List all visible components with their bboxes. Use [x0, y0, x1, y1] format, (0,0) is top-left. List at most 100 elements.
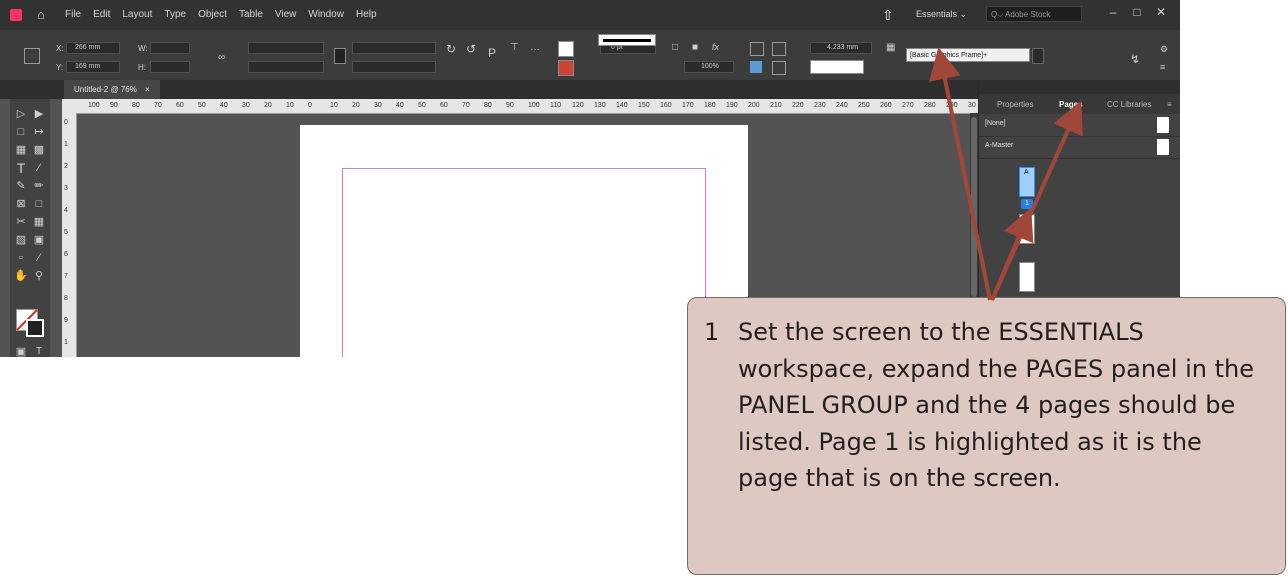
w-label: W: — [138, 44, 148, 53]
frame-fitting-icon[interactable]: □ — [672, 42, 678, 53]
ruler-tick-label: 40 — [396, 102, 404, 109]
page-tool-icon[interactable]: □ — [14, 125, 28, 139]
normal-mode-icon[interactable]: ▣ — [14, 345, 28, 357]
selection-tool-icon[interactable]: ▷ — [14, 107, 28, 121]
effects-icon[interactable]: fx — [712, 42, 719, 52]
close-button[interactable]: ✕ — [1152, 5, 1170, 19]
content-placer-icon[interactable]: ▩ — [32, 143, 46, 157]
pen-tool-icon[interactable]: ✎ — [14, 179, 28, 193]
minimize-button[interactable]: – — [1104, 5, 1122, 19]
x-field[interactable]: 266 mm — [66, 42, 120, 54]
rotate-icon[interactable]: ↻ — [446, 42, 456, 56]
menu-help[interactable]: Help — [356, 9, 377, 20]
settings-icon[interactable]: ⚙ — [1160, 44, 1168, 55]
tab-close-icon[interactable]: × — [145, 85, 150, 94]
pages-row-a-master[interactable]: A-Master — [979, 136, 1180, 159]
ruler-tick-label: 120 — [572, 102, 584, 109]
content-fit-icon[interactable]: ■ — [692, 42, 698, 53]
stroke-type-select[interactable] — [598, 34, 656, 46]
tab-cc-libraries[interactable]: CC Libraries — [1107, 100, 1151, 109]
direct-selection-tool-icon[interactable]: ▶ — [32, 107, 46, 121]
menu-layout[interactable]: Layout — [122, 9, 152, 20]
ruler-tick-label: 80 — [484, 102, 492, 109]
page-3-thumbnail[interactable] — [1019, 262, 1035, 292]
wrap-mode-2-icon[interactable] — [772, 61, 786, 75]
ruler-tick-label: 260 — [880, 102, 892, 109]
select-container-icon[interactable]: … — [530, 42, 540, 53]
corner-size-value: 4.233 mm — [827, 44, 859, 51]
menu-table[interactable]: Table — [239, 9, 263, 20]
menu-edit[interactable]: Edit — [93, 9, 110, 20]
align-icon[interactable] — [334, 48, 346, 64]
rotate-ccw-icon[interactable]: ↺ — [466, 42, 476, 56]
menu-object[interactable]: Object — [198, 9, 227, 20]
adobe-stock-search[interactable]: Q⌵ Adobe Stock — [986, 6, 1082, 22]
pages-row-none[interactable]: [None] — [979, 114, 1180, 137]
scissors-tool-icon[interactable]: ✂ — [14, 215, 28, 229]
tab-pages[interactable]: Pages — [1059, 100, 1083, 109]
gradient-swatch-tool-icon[interactable]: ▧ — [14, 233, 28, 247]
stroke-swatch-icon[interactable] — [26, 319, 44, 337]
wrap-mode-icon[interactable] — [750, 61, 762, 73]
maximize-button[interactable]: □ — [1128, 5, 1146, 19]
type-tool-icon[interactable]: T — [14, 161, 28, 175]
menu-type[interactable]: Type — [164, 9, 186, 20]
scale-x-field[interactable] — [248, 42, 324, 54]
reference-point-icon[interactable] — [24, 48, 40, 64]
rotation-field[interactable] — [352, 42, 436, 54]
page-2-thumbnail[interactable] — [1019, 214, 1035, 244]
document-tab[interactable]: Untitled-2 @ 76% × — [64, 80, 160, 99]
text-wrap-icon[interactable] — [750, 42, 764, 56]
menu-view[interactable]: View — [275, 9, 297, 20]
hand-tool-icon[interactable]: ✋ — [14, 269, 28, 283]
scale-y-field[interactable] — [248, 61, 324, 73]
tab-properties[interactable]: Properties — [997, 100, 1033, 109]
chevron-down-icon: ⌄ — [959, 9, 968, 19]
formatting-text-icon[interactable]: T — [32, 345, 46, 357]
fill-swatch[interactable] — [558, 41, 574, 57]
eyedropper-tool-icon[interactable]: ∕ — [32, 251, 46, 265]
pencil-tool-icon[interactable]: ✏ — [32, 179, 46, 193]
rectangle-tool-icon[interactable]: □ — [32, 197, 46, 211]
page-1-thumbnail[interactable]: A — [1019, 167, 1035, 197]
corner-size-field[interactable]: 4.233 mm — [810, 42, 872, 54]
free-transform-tool-icon[interactable]: ▦ — [32, 215, 46, 229]
a-master-thumbnail — [1157, 139, 1169, 155]
menu-icon[interactable]: ≡ — [1160, 62, 1165, 72]
home-icon[interactable]: ⌂ — [37, 8, 45, 21]
workspace-label: Essentials — [916, 9, 958, 19]
workspace-switcher[interactable]: Essentials ⌄ — [916, 9, 967, 20]
h-field[interactable] — [150, 61, 190, 73]
content-collector-icon[interactable]: ▦ — [14, 143, 28, 157]
rectangle-frame-tool-icon[interactable]: ⊠ — [14, 197, 28, 211]
stroke-swatch[interactable] — [558, 60, 574, 76]
constrain-icon[interactable]: ∞ — [218, 52, 225, 63]
fill-stroke-control[interactable] — [16, 309, 46, 339]
gradient-feather-tool-icon[interactable]: ▣ — [32, 233, 46, 247]
text-wrap-2-icon[interactable] — [772, 42, 786, 56]
gap-tool-icon[interactable]: ↦ — [32, 125, 46, 139]
corner-shape-select[interactable] — [810, 60, 864, 74]
scroll-thumb[interactable] — [971, 117, 977, 297]
note-tool-icon[interactable]: ▫ — [14, 251, 28, 265]
quick-apply-icon[interactable]: ↯ — [1130, 52, 1140, 66]
opacity-field[interactable]: 100% — [684, 61, 734, 73]
ruler-tick-label: 220 — [792, 102, 804, 109]
menu-window[interactable]: Window — [308, 9, 344, 20]
y-field[interactable]: 169 mm — [66, 61, 120, 73]
style-dropdown-icon[interactable] — [1032, 48, 1044, 64]
shear-field[interactable] — [352, 61, 436, 73]
frame-icon[interactable]: ▦ — [886, 42, 895, 53]
line-tool-icon[interactable]: ∕ — [32, 161, 46, 175]
ruler-tick-label: 1 — [64, 339, 68, 346]
zoom-tool-icon[interactable]: ⚲ — [32, 269, 46, 283]
ruler-tick-label: 80 — [132, 102, 140, 109]
text-path-icon[interactable]: P — [488, 46, 496, 60]
flip-icon[interactable]: ⊤ — [510, 42, 519, 53]
ruler-tick-label: 290 — [946, 102, 958, 109]
object-style-select[interactable]: [Basic Graphics Frame]+ — [906, 48, 1030, 62]
panel-menu-icon[interactable]: ≡ — [1167, 100, 1172, 109]
menu-file[interactable]: File — [65, 9, 81, 20]
share-icon[interactable]: ⇧ — [882, 7, 894, 24]
w-field[interactable] — [150, 42, 190, 54]
